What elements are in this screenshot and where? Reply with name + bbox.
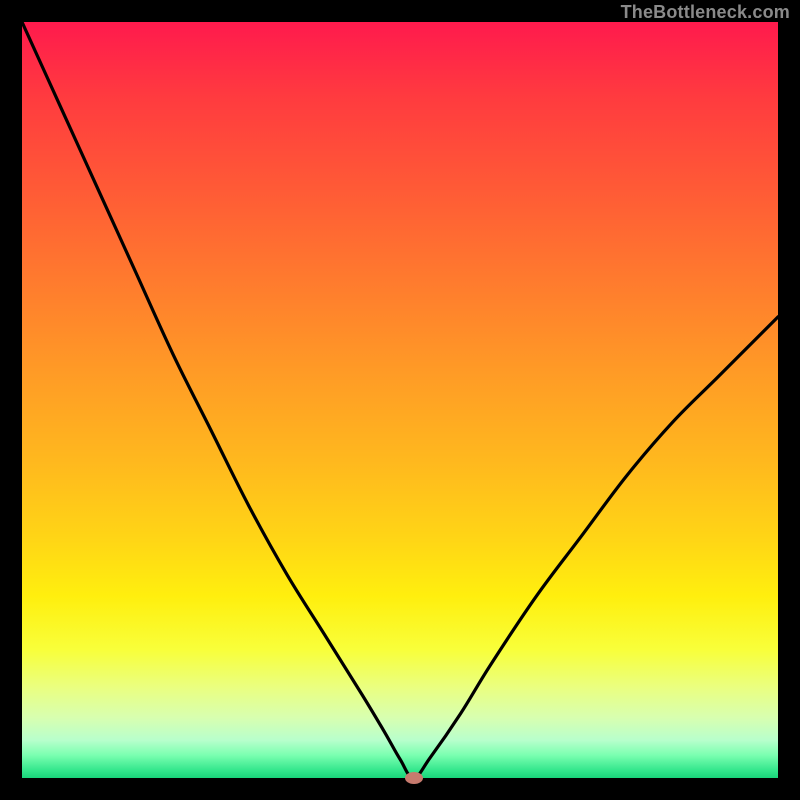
plot-area xyxy=(22,22,778,778)
chart-frame: TheBottleneck.com xyxy=(0,0,800,800)
watermark-text: TheBottleneck.com xyxy=(621,2,790,23)
optimal-point-marker xyxy=(405,772,423,784)
bottleneck-curve xyxy=(22,22,778,778)
